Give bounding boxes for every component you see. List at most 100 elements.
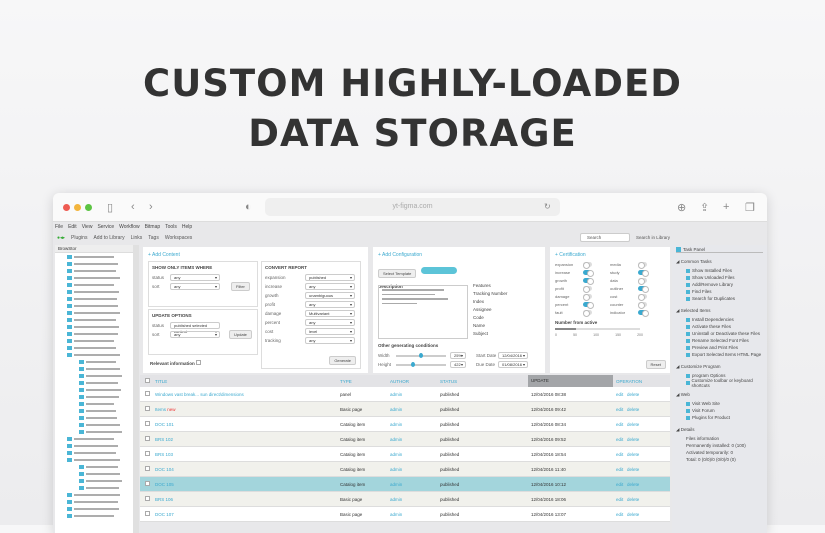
tree-item[interactable]	[55, 428, 133, 435]
delete-link[interactable]: delete	[627, 437, 639, 442]
column-author[interactable]: AUTHOR	[390, 379, 440, 384]
tree-item[interactable]	[55, 505, 133, 512]
table-row[interactable]: DOC 107 Basic page admin published 12/04…	[140, 507, 670, 522]
row-title-link[interactable]: BRS 106	[155, 497, 173, 502]
task-item[interactable]: Activated temporarily: 0	[676, 449, 763, 456]
tree-item[interactable]	[55, 288, 133, 295]
toolbar-links[interactable]: Links	[131, 235, 143, 241]
column-update[interactable]: UPDATE	[528, 375, 613, 387]
menu-workflow[interactable]: Workflow	[119, 224, 139, 230]
date-select[interactable]: 12/04/2016	[498, 352, 528, 359]
edit-link[interactable]: edit	[616, 467, 623, 472]
task-item[interactable]: Customize toolbar or keyboard shortcuts	[676, 378, 763, 388]
condition-slider[interactable]	[396, 361, 446, 367]
tree-item[interactable]	[55, 274, 133, 281]
delete-link[interactable]: delete	[627, 497, 639, 502]
add-content-title[interactable]: + Add Content	[148, 252, 363, 258]
row-title-link[interactable]: DOC 104	[155, 467, 174, 472]
toggle-switch[interactable]	[583, 310, 592, 317]
row-checkbox[interactable]	[145, 511, 150, 516]
row-author-link[interactable]: admin	[390, 467, 440, 472]
menu-view[interactable]: View	[82, 224, 93, 230]
edit-link[interactable]: edit	[616, 437, 623, 442]
menu-service[interactable]: Service	[97, 224, 114, 230]
task-section-title[interactable]: ◢ Selected Items	[676, 308, 763, 314]
tree-item[interactable]	[55, 316, 133, 323]
toolbar-workspaces[interactable]: Workspaces	[165, 235, 192, 241]
generate-button[interactable]: Generate	[329, 356, 356, 365]
report-select[interactable]: any	[305, 301, 355, 308]
tree-item[interactable]	[55, 267, 133, 274]
tree-item[interactable]	[55, 484, 133, 491]
edit-link[interactable]: edit	[616, 497, 623, 502]
tree-item[interactable]	[55, 442, 133, 449]
sort-select[interactable]: any	[170, 283, 220, 290]
tree-item[interactable]	[55, 309, 133, 316]
condition-slider[interactable]	[396, 352, 446, 358]
toggle-switch[interactable]	[583, 286, 592, 293]
task-item[interactable]: Install Dependencies	[676, 316, 763, 323]
tree-item[interactable]	[55, 337, 133, 344]
delete-link[interactable]: delete	[627, 422, 639, 427]
task-item[interactable]: Visit Web Site	[676, 400, 763, 407]
row-title-link[interactable]: DOC 105	[155, 482, 174, 487]
row-title-link[interactable]: BRS 103	[155, 452, 173, 457]
task-item[interactable]: Activate these Files	[676, 323, 763, 330]
edit-link[interactable]: edit	[616, 482, 623, 487]
configuration-title[interactable]: + Add Configuration	[378, 252, 540, 258]
delete-link[interactable]: delete	[627, 452, 639, 457]
report-select[interactable]: any	[305, 319, 355, 326]
row-title-link[interactable]: BRS 102	[155, 437, 173, 442]
toggle-switch[interactable]	[638, 310, 649, 317]
menu-help[interactable]: Help	[182, 224, 192, 230]
row-checkbox[interactable]	[145, 436, 150, 441]
address-bar[interactable]: yt-figma.com	[265, 198, 560, 216]
task-item[interactable]: Show Installed Files	[676, 267, 763, 274]
close-window-button[interactable]	[63, 204, 70, 211]
minimize-window-button[interactable]	[74, 204, 81, 211]
row-author-link[interactable]: admin	[390, 392, 440, 397]
slider-value-select[interactable]: 422	[450, 361, 466, 368]
row-author-link[interactable]: admin	[390, 452, 440, 457]
toggle-switch[interactable]	[638, 294, 647, 301]
column-title[interactable]: TITLE	[155, 379, 340, 384]
edit-link[interactable]: edit	[616, 512, 623, 517]
row-checkbox[interactable]	[145, 391, 150, 396]
back-icon[interactable]: ‹	[131, 201, 135, 213]
date-select[interactable]: 01/08/2016	[498, 361, 528, 368]
tabs-overview-icon[interactable]: ❐	[745, 201, 755, 214]
task-section-title[interactable]: ◢ Customize Program	[676, 364, 763, 370]
row-author-link[interactable]: admin	[390, 512, 440, 517]
report-select[interactable]: unambiguous	[305, 292, 355, 299]
task-section-title[interactable]: ◢ Details	[676, 427, 763, 433]
toolbar-tags[interactable]: Tags	[148, 235, 159, 241]
toggle-switch[interactable]	[583, 302, 594, 309]
status-select[interactable]: published selected content	[170, 322, 220, 335]
row-checkbox[interactable]	[145, 481, 150, 486]
report-select[interactable]: published	[305, 274, 355, 281]
table-row[interactable]: BRS 106 Basic page admin published 12/04…	[140, 492, 670, 507]
table-row[interactable]: Items new Basic page admin published 12/…	[140, 402, 670, 417]
edit-link[interactable]: edit	[616, 422, 623, 427]
menu-bitmap[interactable]: Bitmap	[145, 224, 161, 230]
toggle-switch[interactable]	[583, 262, 592, 269]
row-title-link[interactable]: Items	[155, 407, 166, 412]
description-textarea[interactable]	[378, 285, 468, 339]
tree-item[interactable]	[55, 393, 133, 400]
toolbar-add-library[interactable]: Add to Library	[93, 235, 124, 241]
tree-item[interactable]	[55, 498, 133, 505]
menu-file[interactable]: File	[55, 224, 63, 230]
row-author-link[interactable]: admin	[390, 407, 440, 412]
report-select[interactable]: level	[305, 328, 355, 335]
edit-link[interactable]: edit	[616, 452, 623, 457]
row-author-link[interactable]: admin	[390, 497, 440, 502]
reload-icon[interactable]: ↻	[544, 202, 551, 211]
search-input[interactable]: Search	[580, 233, 630, 242]
tree-item[interactable]	[55, 344, 133, 351]
toggle-switch[interactable]	[638, 302, 647, 309]
tree-item[interactable]	[55, 253, 133, 260]
toggle-switch[interactable]	[583, 270, 594, 277]
slider-value-select[interactable]: 25%	[450, 352, 466, 359]
table-row[interactable]: DOC 105 Catalog item admin published 12/…	[140, 477, 670, 492]
nav-arrows-icon[interactable]: ●◂▸	[57, 235, 65, 241]
